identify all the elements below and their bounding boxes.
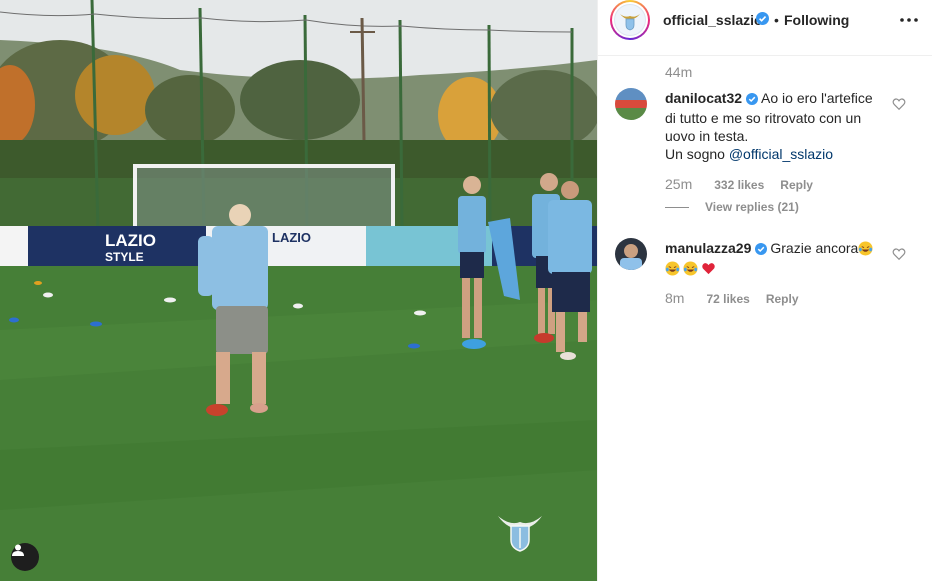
ad-board-text-1: LAZIO bbox=[105, 231, 156, 250]
comment-1-body: danilocat32 Ao io ero l'artefice di tutto… bbox=[665, 89, 905, 163]
comment-avatar-danilocat32[interactable] bbox=[615, 88, 647, 120]
comment-1-meta: 25m 332 likes Reply bbox=[665, 176, 813, 192]
verified-badge-icon bbox=[756, 12, 769, 30]
comment-2-username[interactable]: manulazza29 bbox=[665, 240, 751, 256]
view-replies-button[interactable]: View replies (21) bbox=[665, 200, 799, 214]
comment-1-username[interactable]: danilocat32 bbox=[665, 90, 742, 106]
comment-1-text-line4: Un sogno bbox=[665, 146, 729, 162]
training-pitch-scene: LAZIO STYLE LAZIO bbox=[0, 0, 597, 581]
comment-2-text: Grazie ancora bbox=[770, 240, 859, 256]
laughing-tears-emoji-icon bbox=[683, 261, 698, 276]
comment-1-timestamp: 25m bbox=[665, 176, 693, 192]
post-side-panel: official_sslazio • Following 44m daniloc… bbox=[597, 0, 932, 581]
verified-badge-icon bbox=[746, 91, 759, 109]
account-avatar[interactable] bbox=[614, 4, 646, 36]
verified-badge-icon bbox=[755, 241, 768, 259]
replies-divider bbox=[665, 206, 689, 208]
comment-2-reply-button[interactable]: Reply bbox=[766, 292, 799, 306]
comment-1-likes[interactable]: 332 likes bbox=[714, 178, 764, 192]
header-username[interactable]: official_sslazio bbox=[663, 12, 763, 28]
lazio-crest-icon bbox=[620, 14, 640, 31]
ad-board-text-2: LAZIO bbox=[272, 230, 311, 245]
post-media-video[interactable]: LAZIO STYLE LAZIO bbox=[0, 0, 597, 581]
comment-avatar-manulazza29[interactable] bbox=[615, 238, 647, 270]
header-separator: • bbox=[774, 12, 779, 28]
comment-1-mention-link[interactable]: @official_sslazio bbox=[729, 146, 833, 162]
comment-2-meta: 8m 72 likes Reply bbox=[665, 290, 799, 306]
comment-2-body: manulazza29 Grazie ancora bbox=[665, 239, 905, 277]
user-silhouette-icon bbox=[12, 544, 24, 556]
following-button[interactable]: Following bbox=[784, 12, 849, 28]
laughing-tears-emoji-icon bbox=[665, 261, 680, 276]
post-header: official_sslazio • Following bbox=[598, 0, 932, 56]
caption-timestamp: 44m bbox=[665, 64, 693, 80]
heart-outline-icon[interactable] bbox=[892, 97, 906, 111]
comment-1-text-line3: uovo in testa. bbox=[665, 128, 749, 144]
view-replies-label: View replies (21) bbox=[705, 200, 799, 214]
comment-1-text-line1: Ao io ero l'artefice bbox=[761, 90, 873, 106]
heart-outline-icon[interactable] bbox=[892, 247, 906, 261]
comment-1-text-line2: di tutto e me so ritrovato con un bbox=[665, 110, 862, 126]
laughing-tears-emoji-icon bbox=[858, 241, 873, 256]
red-heart-emoji-icon bbox=[701, 261, 716, 276]
ad-board-text-1b: STYLE bbox=[105, 250, 144, 264]
comment-2-timestamp: 8m bbox=[665, 290, 685, 306]
more-options-icon[interactable] bbox=[898, 10, 920, 30]
comment-1-reply-button[interactable]: Reply bbox=[780, 178, 813, 192]
comment-2-likes[interactable]: 72 likes bbox=[706, 292, 749, 306]
tagged-accounts-button[interactable] bbox=[11, 543, 39, 571]
